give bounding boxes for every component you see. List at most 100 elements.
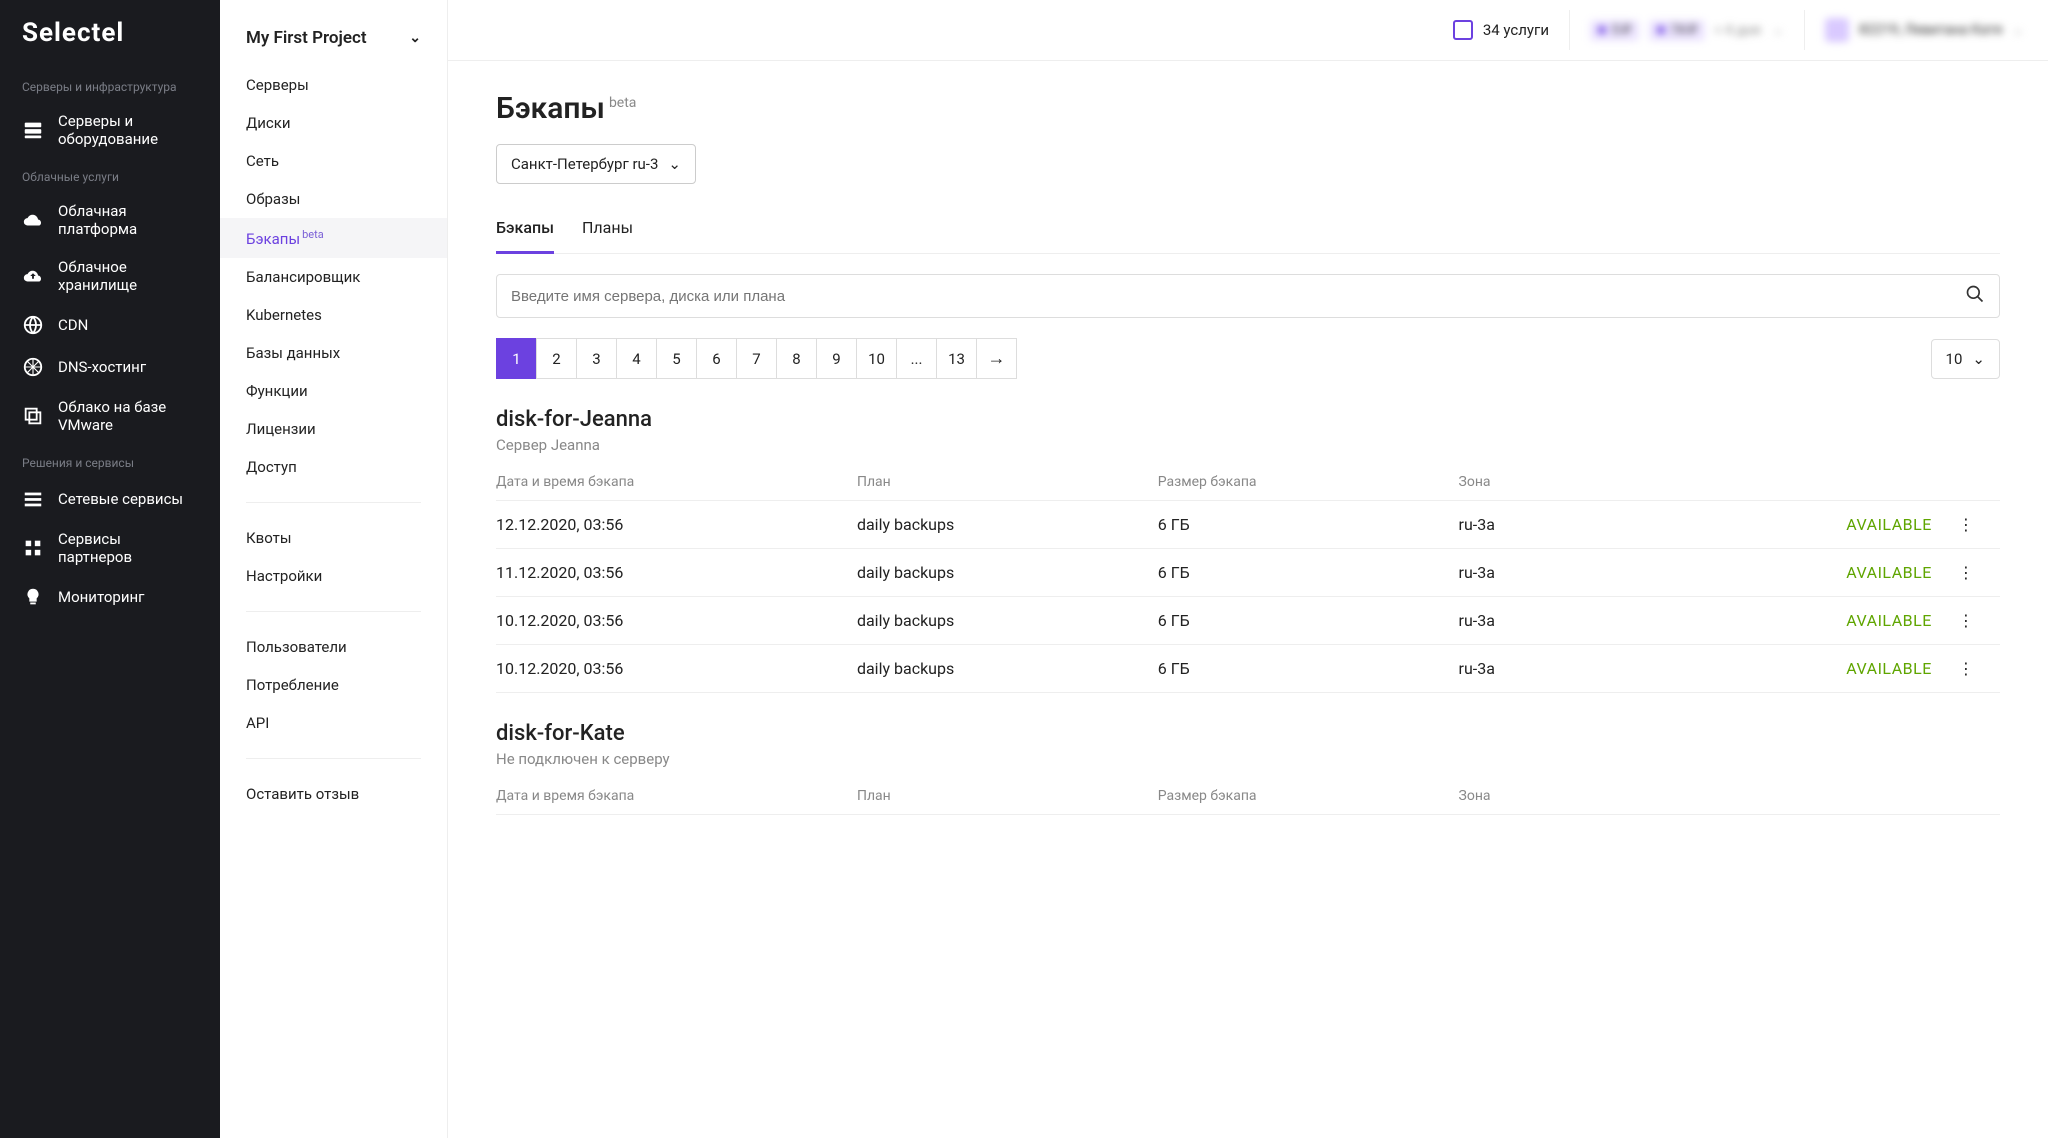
row-menu-button[interactable]: ⋮ xyxy=(1940,549,2000,597)
sidebar-item[interactable]: DNS-хостинг xyxy=(0,346,220,388)
cell-date: 11.12.2020, 03:56 xyxy=(496,549,857,597)
search-icon[interactable] xyxy=(1965,284,1985,309)
page-button[interactable]: 4 xyxy=(616,338,657,379)
row-menu-button[interactable]: ⋮ xyxy=(1940,501,2000,549)
project-nav-item[interactable]: Сеть xyxy=(220,142,447,180)
project-nav-item[interactable]: Функции xyxy=(220,372,447,410)
beta-badge: beta xyxy=(302,228,324,241)
pagination: 12345678910...13→ xyxy=(496,338,1017,379)
cell-zone: ru-3a xyxy=(1459,501,1670,549)
table-row: 11.12.2020, 03:56daily backups6 ГБru-3aA… xyxy=(496,549,2000,597)
page-button[interactable]: 1 xyxy=(496,338,537,379)
region-select[interactable]: Санкт-Петербург ru-3 ⌄ xyxy=(496,144,696,184)
divider xyxy=(1569,10,1570,50)
square-icon xyxy=(1453,20,1473,40)
divider xyxy=(246,611,421,612)
page-button[interactable]: 3 xyxy=(576,338,617,379)
row-menu-button[interactable]: ⋮ xyxy=(1940,645,2000,693)
services-count-label: 34 услуги xyxy=(1483,21,1549,39)
globe-grid-icon xyxy=(22,356,44,378)
balance-block[interactable]: 5 ₽ 74 ₽ < 4 дня ⌄ xyxy=(1590,20,1784,41)
project-nav-item[interactable]: Бэкапыbeta xyxy=(220,218,447,258)
status-badge: AVAILABLE xyxy=(1669,549,1940,597)
cell-plan: daily backups xyxy=(857,549,1158,597)
project-nav-item[interactable]: Доступ xyxy=(220,448,447,486)
chevron-down-icon: ⌄ xyxy=(1972,350,1985,368)
page-button[interactable]: 5 xyxy=(656,338,697,379)
group-subtitle: Сервер Jeanna xyxy=(496,436,2000,454)
project-nav-item[interactable]: API xyxy=(220,704,447,742)
search-bar xyxy=(496,274,2000,318)
project-nav-item[interactable]: Квоты xyxy=(220,519,447,557)
page-button[interactable]: ... xyxy=(896,338,937,379)
project-nav-item[interactable]: Балансировщик xyxy=(220,258,447,296)
sidebar-item[interactable]: CDN xyxy=(0,304,220,346)
globe-icon xyxy=(22,314,44,336)
page-button[interactable]: 2 xyxy=(536,338,577,379)
sidebar-item-label: Мониторинг xyxy=(58,588,144,606)
sidebar-item[interactable]: Мониторинг xyxy=(0,576,220,618)
project-nav-item[interactable]: Оставить отзыв xyxy=(220,775,447,813)
cell-size: 6 ГБ xyxy=(1158,501,1459,549)
project-nav-item[interactable]: Образы xyxy=(220,180,447,218)
backup-table: Дата и время бэкапаПланРазмер бэкапаЗона… xyxy=(496,464,2000,693)
sidebar-item-label: Серверы и оборудование xyxy=(58,112,198,148)
page-button[interactable]: 9 xyxy=(816,338,857,379)
table-row: 12.12.2020, 03:56daily backups6 ГБru-3aA… xyxy=(496,501,2000,549)
per-page-select[interactable]: 10 ⌄ xyxy=(1931,339,2000,379)
project-nav-item[interactable]: Настройки xyxy=(220,557,447,595)
primary-sidebar: Selectel Серверы и инфраструктураСерверы… xyxy=(0,0,220,1138)
page-button[interactable]: 7 xyxy=(736,338,777,379)
project-nav-item[interactable]: Серверы xyxy=(220,66,447,104)
column-header: Размер бэкапа xyxy=(1158,778,1459,815)
column-header: Зона xyxy=(1459,778,1670,815)
page-button[interactable]: 8 xyxy=(776,338,817,379)
avatar xyxy=(1825,18,1849,42)
cell-date: 12.12.2020, 03:56 xyxy=(496,501,857,549)
row-menu-button[interactable]: ⋮ xyxy=(1940,597,2000,645)
page-button[interactable]: 6 xyxy=(696,338,737,379)
project-nav-item[interactable]: Диски xyxy=(220,104,447,142)
chevron-down-icon: ⌄ xyxy=(409,30,421,46)
project-name: My First Project xyxy=(246,28,367,48)
user-menu[interactable]: 82219, Левитана Катя ⌄ xyxy=(1825,18,2024,42)
sidebar-item[interactable]: Сетевые сервисы xyxy=(0,478,220,520)
status-badge: AVAILABLE xyxy=(1669,501,1940,549)
backup-table: Дата и время бэкапаПланРазмер бэкапаЗона xyxy=(496,778,2000,815)
project-selector[interactable]: My First Project ⌄ xyxy=(220,0,447,66)
cell-zone: ru-3a xyxy=(1459,597,1670,645)
bulb-icon xyxy=(22,586,44,608)
next-page-button[interactable]: → xyxy=(976,338,1017,379)
cloud-up-icon xyxy=(22,265,44,287)
sidebar-item[interactable]: Сервисы партнеров xyxy=(0,520,220,576)
chevron-down-icon: ⌄ xyxy=(1772,22,1784,38)
stack-icon xyxy=(22,405,44,427)
sidebar-item[interactable]: Облако на базе VMware xyxy=(0,388,220,444)
chevron-down-icon: ⌄ xyxy=(668,155,681,173)
search-input[interactable] xyxy=(511,288,1965,305)
tab[interactable]: Бэкапы xyxy=(496,208,554,254)
cell-plan: daily backups xyxy=(857,645,1158,693)
project-nav-item[interactable]: Пользователи xyxy=(220,628,447,666)
sidebar-item[interactable]: Облачное хранилище xyxy=(0,248,220,304)
services-count[interactable]: 34 услуги xyxy=(1453,20,1549,40)
sidebar-item-label: CDN xyxy=(58,316,88,334)
cloud-icon xyxy=(22,209,44,231)
project-nav-item[interactable]: Лицензии xyxy=(220,410,447,448)
sidebar-item-label: Облачная платформа xyxy=(58,202,198,238)
status-badge: AVAILABLE xyxy=(1669,597,1940,645)
sidebar-item-label: Облако на базе VMware xyxy=(58,398,198,434)
sidebar-item[interactable]: Серверы и оборудование xyxy=(0,102,220,158)
page-button[interactable]: 10 xyxy=(856,338,897,379)
project-nav-item[interactable]: Потребление xyxy=(220,666,447,704)
sidebar-section-label: Серверы и инфраструктура xyxy=(0,68,220,102)
cell-zone: ru-3a xyxy=(1459,645,1670,693)
servers-icon xyxy=(22,119,44,141)
sidebar-item[interactable]: Облачная платформа xyxy=(0,192,220,248)
project-nav-item[interactable]: Базы данных xyxy=(220,334,447,372)
tab[interactable]: Планы xyxy=(582,208,633,254)
project-nav-item[interactable]: Kubernetes xyxy=(220,296,447,334)
sidebar-section-label: Облачные услуги xyxy=(0,158,220,192)
cell-date: 10.12.2020, 03:56 xyxy=(496,597,857,645)
page-button[interactable]: 13 xyxy=(936,338,977,379)
